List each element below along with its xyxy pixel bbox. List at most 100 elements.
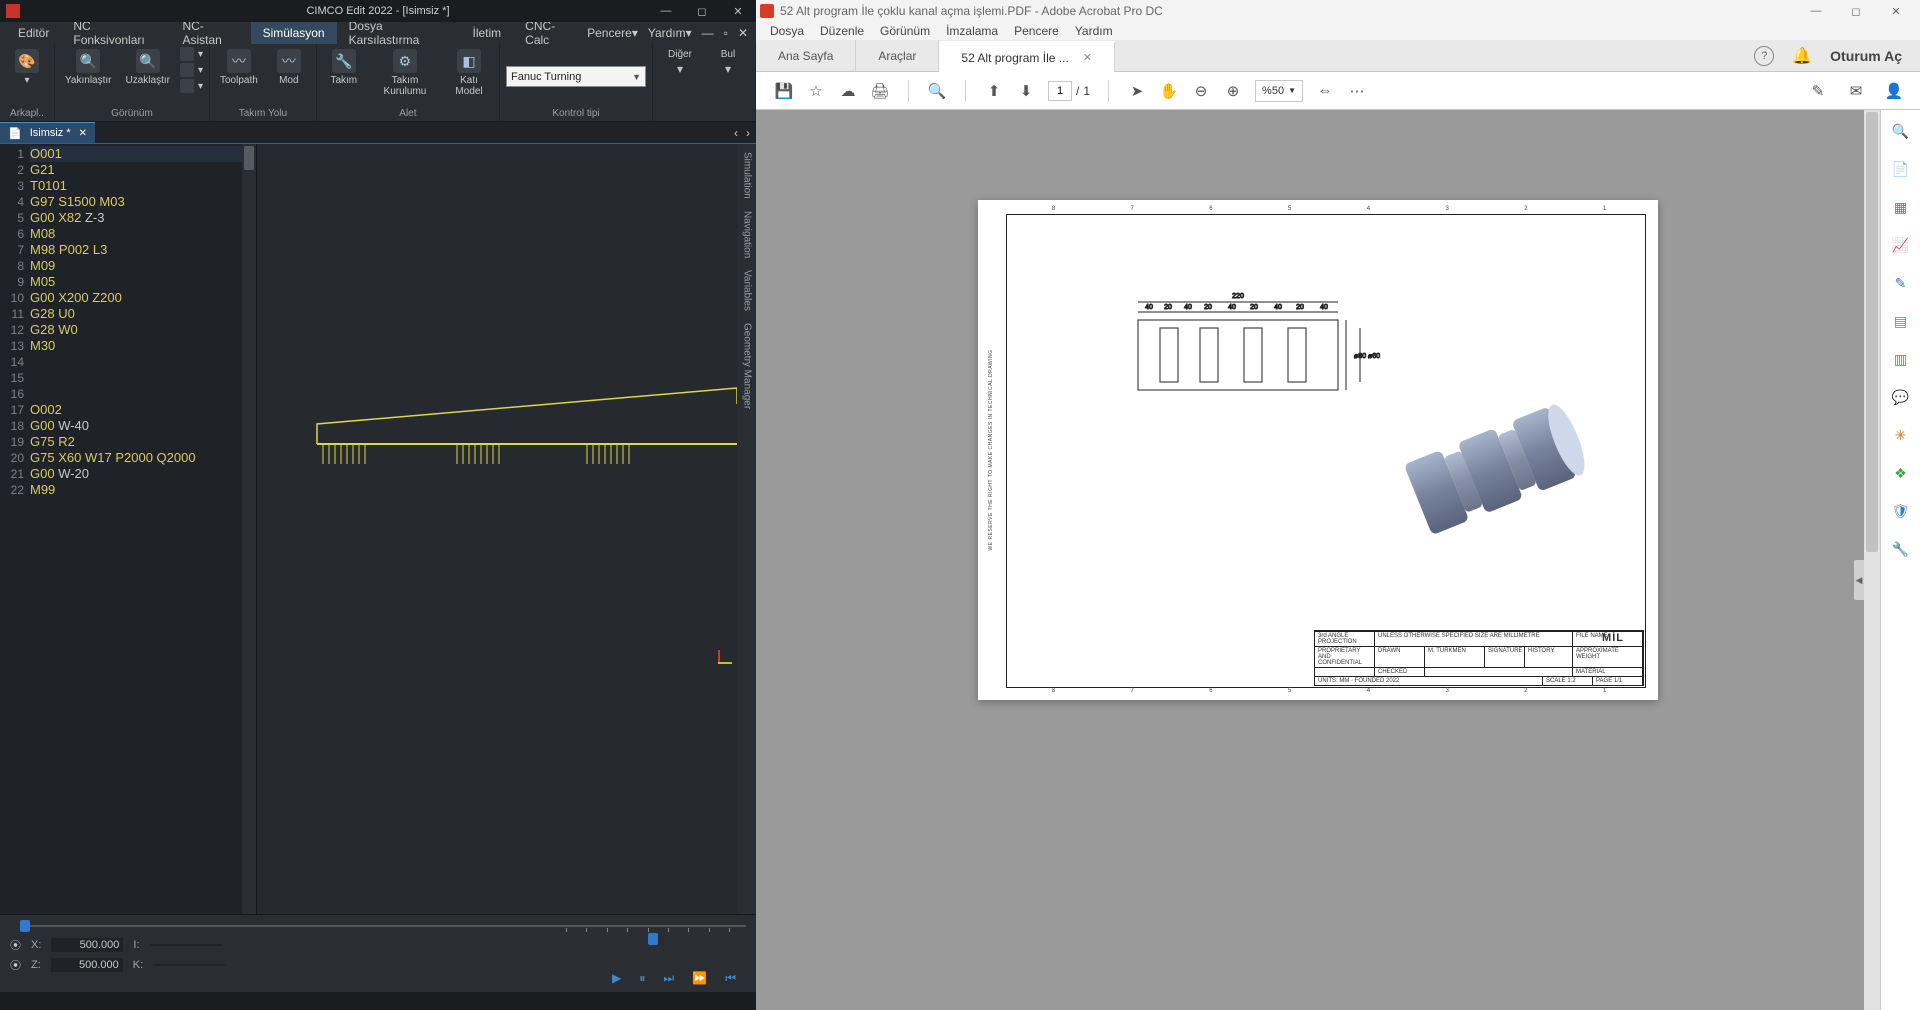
zoom-select[interactable]: %50▼ <box>1255 80 1303 102</box>
bg-button[interactable]: 🎨▾ <box>6 47 48 106</box>
sign-icon[interactable]: ✎ <box>1808 81 1828 101</box>
page-down-icon[interactable]: ⬇ <box>1016 81 1036 101</box>
control-type-select[interactable]: Fanuc Turning ▼ <box>506 66 646 87</box>
i-value <box>150 944 222 946</box>
menu-compare[interactable]: Dosya Karşılaştırma <box>337 22 461 44</box>
star-icon[interactable]: ☆ <box>806 81 826 101</box>
zoom-plus-icon[interactable]: ⊕ <box>1223 81 1243 101</box>
other-button[interactable]: Diğer▾ <box>659 47 701 117</box>
menu-duzenle[interactable]: Düzenle <box>820 24 864 38</box>
tool-button[interactable]: 🔧Takım <box>323 47 365 106</box>
menu-dosya[interactable]: Dosya <box>770 24 804 38</box>
mode-button[interactable]: 〰Mod <box>268 47 310 106</box>
doc-tab-isimsiz[interactable]: 📄 Isimsiz * ✕ <box>0 122 95 143</box>
zoom-in-button[interactable]: 🔍Yakınlaştır <box>61 47 116 106</box>
rail-navigation[interactable]: Navigation <box>742 207 753 262</box>
rail-sign-icon[interactable]: ✎ <box>1890 272 1912 294</box>
page-number-input[interactable] <box>1048 81 1072 101</box>
code-scrollbar[interactable] <box>242 144 256 914</box>
rail-simulation[interactable]: Simulation <box>742 148 753 203</box>
scroll-thumb[interactable] <box>244 146 254 170</box>
solid-model-button[interactable]: ◧Katı Model <box>445 47 493 106</box>
ribbon-min-icon[interactable]: — <box>702 26 714 40</box>
zoom-out-button[interactable]: 🔍Uzaklaştır <box>122 47 174 106</box>
save-icon[interactable]: 💾 <box>774 81 794 101</box>
rail-edit-icon[interactable]: 📈 <box>1890 234 1912 256</box>
tool-setup-button[interactable]: ⚙Takım Kurulumu <box>371 47 439 106</box>
cloud-icon[interactable]: ☁ <box>838 81 858 101</box>
hand-icon[interactable]: ✋ <box>1159 81 1179 101</box>
minimize-button[interactable]: — <box>1796 0 1836 22</box>
doc-tab-close-icon[interactable]: ✕ <box>79 128 87 139</box>
menu-yardim[interactable]: Yardım▾ <box>648 26 692 40</box>
tab-close-icon[interactable]: ✕ <box>1083 51 1092 64</box>
find-button[interactable]: Bul▾ <box>707 47 749 117</box>
pointer-icon[interactable]: ➤ <box>1127 81 1147 101</box>
menu-editor[interactable]: Editör <box>6 22 61 44</box>
simulation-viewport[interactable] <box>256 144 738 914</box>
help-icon[interactable]: ? <box>1754 46 1774 66</box>
ribbon-rest-icon[interactable]: ▫ <box>724 26 728 40</box>
tab-document[interactable]: 52 Alt program İle ... ✕ <box>939 41 1115 72</box>
rail-organize-icon[interactable]: ▦ <box>1890 196 1912 218</box>
slider-knob[interactable] <box>20 920 30 932</box>
end-button[interactable]: ⏮ <box>725 971 736 986</box>
rail-geometry[interactable]: Geometry Manager <box>742 319 753 413</box>
speed-knob[interactable] <box>648 933 658 945</box>
view-opt-1[interactable]: ▾ <box>180 47 203 61</box>
toolpath-button[interactable]: 〰Toolpath <box>216 47 262 106</box>
menu-simulasyon[interactable]: Simülasyon <box>251 22 337 44</box>
rail-more-icon[interactable]: 🔧 <box>1890 538 1912 560</box>
tab-next-icon[interactable]: › <box>746 126 750 140</box>
menu-gorunum[interactable]: Görünüm <box>880 24 930 38</box>
login-button[interactable]: Oturum Aç <box>1830 48 1902 64</box>
menu-imzalama[interactable]: İmzalama <box>946 24 998 38</box>
maximize-button[interactable]: ◻ <box>1836 0 1876 22</box>
ribbon-close-icon[interactable]: ✕ <box>738 26 748 40</box>
search-icon[interactable]: 🔍 <box>927 81 947 101</box>
menu-iletim[interactable]: İletim <box>461 22 514 44</box>
menu-yardim[interactable]: Yardım <box>1075 24 1113 38</box>
mail-icon[interactable]: ✉ <box>1846 81 1866 101</box>
rail-compress-icon[interactable]: ▤ <box>1890 310 1912 332</box>
tab-home[interactable]: Ana Sayfa <box>756 40 856 71</box>
code-editor[interactable]: O001G21T0101G97 S1500 M03G00 X82 Z-3M08M… <box>28 144 242 914</box>
fit-width-icon[interactable]: ⇔ <box>1315 81 1335 101</box>
bell-icon[interactable]: 🔔 <box>1792 46 1812 66</box>
view-opt-3[interactable]: ▾ <box>180 79 203 93</box>
rail-stamp-icon[interactable]: ❖ <box>1890 462 1912 484</box>
maximize-button[interactable]: ◻ <box>684 0 720 22</box>
minimize-button[interactable]: — <box>648 0 684 22</box>
more-icon[interactable]: ⋯ <box>1347 81 1367 101</box>
people-icon[interactable]: 👤 <box>1884 81 1904 101</box>
pause-button[interactable]: ⏸ <box>639 971 645 986</box>
menu-pencere[interactable]: Pencere▾ <box>587 26 638 40</box>
rail-protect-icon[interactable]: 🛡 <box>1890 500 1912 522</box>
zoom-minus-icon[interactable]: ⊖ <box>1191 81 1211 101</box>
rail-export-icon[interactable]: 📄 <box>1890 158 1912 180</box>
rail-fill-icon[interactable]: ✳ <box>1890 424 1912 446</box>
menu-nc-assist[interactable]: NC-Asistan <box>170 22 250 44</box>
view-opt-2[interactable]: ▾ <box>180 63 203 77</box>
rail-variables[interactable]: Variables <box>742 266 753 315</box>
scroll-thumb[interactable] <box>1866 112 1878 552</box>
menu-cnccalc[interactable]: CNC-Calc <box>513 22 587 44</box>
menu-pencere[interactable]: Pencere <box>1014 24 1059 38</box>
step-fwd-button[interactable]: ⏭ <box>663 971 674 986</box>
fast-fwd-button[interactable]: ⏩ <box>692 971 707 986</box>
speed-slider[interactable] <box>566 923 736 937</box>
acro-scrollbar[interactable] <box>1864 110 1880 1010</box>
acro-canvas[interactable]: 87654321 87654321 WE RESERVE THE RIGHT T… <box>756 110 1880 1010</box>
tab-prev-icon[interactable]: ‹ <box>734 126 738 140</box>
panel-collapse-icon[interactable]: ◀ <box>1854 560 1864 600</box>
rail-share-icon[interactable]: ▥ <box>1890 348 1912 370</box>
page-up-icon[interactable]: ⬆ <box>984 81 1004 101</box>
close-button[interactable]: ✕ <box>720 0 756 22</box>
close-button[interactable]: ✕ <box>1876 0 1916 22</box>
menu-nc-func[interactable]: NC Fonksiyonları <box>61 22 170 44</box>
tab-tools[interactable]: Araçlar <box>856 40 939 71</box>
print-icon[interactable]: 🖨 <box>870 81 890 101</box>
rail-comment-icon[interactable]: 💬 <box>1890 386 1912 408</box>
rail-search-icon[interactable]: 🔍 <box>1890 120 1912 142</box>
play-button[interactable]: ▶ <box>612 971 621 986</box>
